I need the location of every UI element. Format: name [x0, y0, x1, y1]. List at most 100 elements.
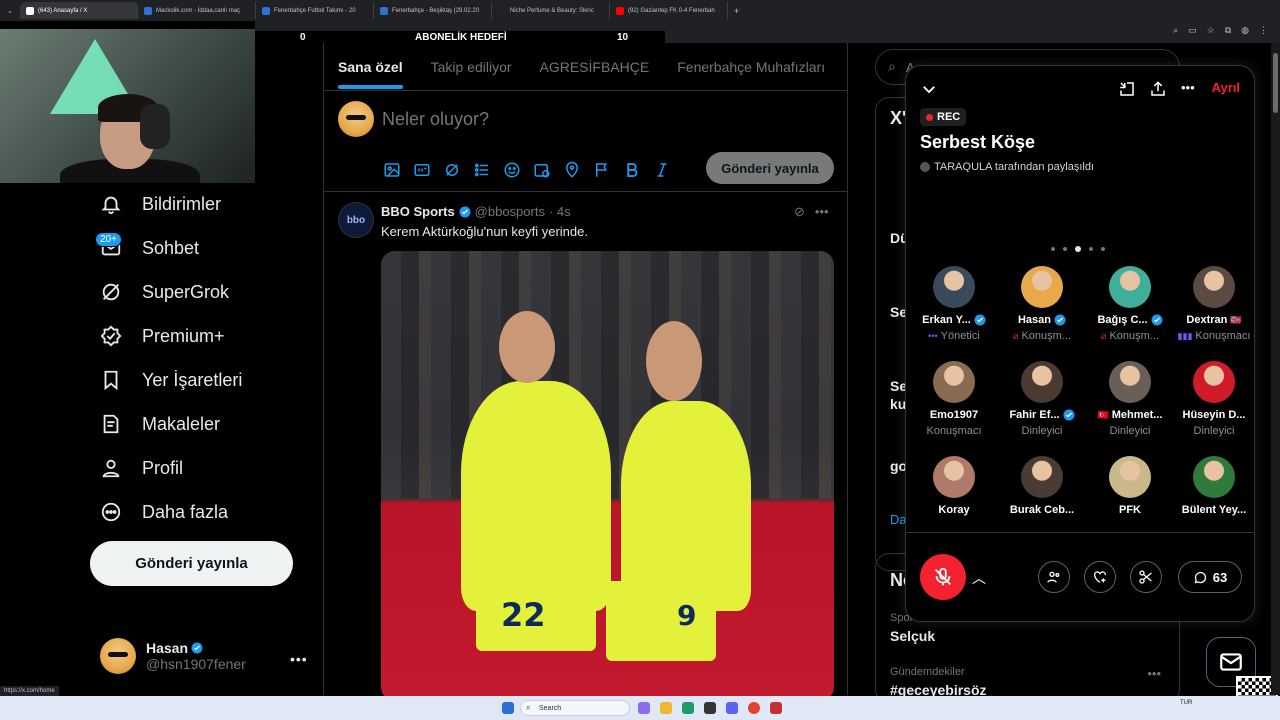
- browser-tab[interactable]: (643) Anasayfa / X: [20, 2, 138, 19]
- mic-muted-icon: ⌀: [1013, 330, 1019, 341]
- nav-premium[interactable]: Premium+: [100, 325, 225, 347]
- minimize-icon[interactable]: [1118, 80, 1136, 98]
- flag-icon[interactable]: [593, 161, 611, 179]
- participant-name: Hasan: [1017, 314, 1052, 326]
- taskbar-search[interactable]: ⌕ Search: [520, 700, 630, 716]
- space-participant[interactable]: 🇹🇷 Mehmet... Dinleyici: [1086, 361, 1174, 437]
- tweet-handle[interactable]: @bbosports: [475, 204, 545, 219]
- start-icon[interactable]: [502, 702, 514, 714]
- emoji-icon[interactable]: [503, 161, 521, 179]
- grok-explain-icon[interactable]: ⊘: [794, 204, 805, 220]
- rec-label: REC: [937, 111, 961, 123]
- participant-name: Bülent Yey...: [1181, 504, 1247, 516]
- tweet[interactable]: bbo BBO Sports @bbosports · 4s ⊘ ••• Ker…: [324, 191, 848, 701]
- pager-dot[interactable]: [1101, 247, 1105, 251]
- nav-articles[interactable]: Makaleler: [100, 413, 220, 435]
- cast-icon[interactable]: ▭: [1188, 25, 1197, 36]
- space-participant[interactable]: Fahir Ef... Dinleyici: [998, 361, 1086, 437]
- chevron-up-icon[interactable]: ︿: [972, 568, 986, 588]
- browser-tab[interactable]: Fenerbahçe Futbol Takımı - 20: [256, 2, 374, 19]
- post-button[interactable]: Gönderi yayınla: [90, 541, 293, 586]
- tweet-photo[interactable]: 22 9: [381, 251, 834, 701]
- chevron-down-icon[interactable]: [920, 80, 938, 98]
- space-participant[interactable]: Hasan ⌀ Konuşm...: [998, 266, 1086, 342]
- new-tab-icon[interactable]: +: [728, 6, 745, 16]
- tab-following[interactable]: Takip ediliyor: [431, 59, 512, 75]
- store-icon[interactable]: [704, 702, 716, 714]
- space-participant[interactable]: Bağış C... ⌀ Konuşm...: [1086, 266, 1174, 342]
- tray-language[interactable]: TUR: [1180, 700, 1192, 706]
- discord-icon[interactable]: [726, 702, 738, 714]
- tab-list-agresifbahce[interactable]: AGRESİFBAHÇE: [540, 59, 650, 75]
- zoom-icon[interactable]: ⌕: [1173, 25, 1178, 36]
- browser-tab[interactable]: Niche Perfume & Beauty: Skinc: [492, 2, 610, 19]
- space-participant[interactable]: Hüseyin D... Dinleyici: [1170, 361, 1254, 437]
- flag-icon: 🇹🇷: [1097, 409, 1109, 420]
- nav-notifications[interactable]: Bildirimler: [100, 193, 221, 215]
- main-timeline: Sana özel Takip ediliyor AGRESİFBAHÇE Fe…: [323, 43, 848, 701]
- extensions-icon[interactable]: ⧉: [1225, 25, 1231, 36]
- space-more-icon[interactable]: •••: [1181, 80, 1195, 95]
- avatar: [1021, 361, 1063, 403]
- profile-icon[interactable]: ◍: [1241, 25, 1249, 36]
- tweet-more-icon[interactable]: •••: [815, 204, 829, 220]
- trend-title[interactable]: Selçuk: [890, 628, 935, 644]
- tab-for-you[interactable]: Sana özel: [338, 59, 403, 89]
- space-participant[interactable]: Erkan Y... ••• Yönetici: [910, 266, 998, 342]
- tweet-avatar[interactable]: bbo: [338, 202, 374, 238]
- comments-button[interactable]: 63: [1178, 561, 1242, 593]
- account-switcher[interactable]: Hasan @hsn1907fener: [100, 638, 246, 674]
- composer-input[interactable]: Neler oluyor?: [382, 109, 489, 130]
- nav-label: Bildirimler: [142, 193, 222, 214]
- pager-dot[interactable]: [1089, 247, 1093, 251]
- gif-icon[interactable]: [413, 161, 431, 179]
- italic-icon[interactable]: [653, 161, 671, 179]
- tweet-time[interactable]: · 4s: [549, 204, 571, 219]
- space-participant[interactable]: Burak Ceb...: [998, 456, 1086, 516]
- location-icon[interactable]: [563, 161, 581, 179]
- pager-dot-current[interactable]: [1075, 246, 1081, 252]
- nav-bookmarks[interactable]: Yer İşaretleri: [100, 369, 242, 391]
- react-button[interactable]: [1084, 561, 1116, 593]
- page-scrollbar[interactable]: [1271, 43, 1280, 695]
- account-more-icon[interactable]: •••: [290, 651, 308, 667]
- trend-fragment[interactable]: ku: [890, 396, 906, 412]
- share-icon[interactable]: [1149, 80, 1167, 98]
- space-participant[interactable]: Emo1907 Konuşmacı: [910, 361, 998, 437]
- tab-list-chevron-icon[interactable]: ⌄: [0, 7, 20, 15]
- browser-tab[interactable]: Mackolik.com - İddaa,canlı maç: [138, 2, 256, 19]
- mic-toggle-button[interactable]: [920, 554, 966, 600]
- tweet-author-name[interactable]: BBO Sports: [381, 204, 455, 219]
- browser-tab[interactable]: Fenerbahçe - Beşiktaş (29.02.20: [374, 2, 492, 19]
- chrome-icon[interactable]: [748, 702, 760, 714]
- schedule-icon[interactable]: [533, 161, 551, 179]
- nav-more[interactable]: Daha fazla: [100, 501, 228, 523]
- star-icon[interactable]: ☆: [1207, 25, 1215, 36]
- browser-tab[interactable]: (92) Gaziantep FK 0-4 Fenerbah: [610, 2, 728, 19]
- bold-icon[interactable]: [623, 161, 641, 179]
- nav-supergrok[interactable]: SuperGrok: [100, 281, 229, 303]
- grok-compose-icon[interactable]: [443, 161, 461, 179]
- tab-list-muhafizlar[interactable]: Fenerbahçe Muhafızları: [677, 59, 825, 75]
- menu-icon[interactable]: ⋮: [1259, 25, 1268, 36]
- space-participant[interactable]: Koray: [910, 456, 998, 516]
- pager-dot[interactable]: [1051, 247, 1055, 251]
- space-participant[interactable]: Bülent Yey...: [1170, 456, 1254, 516]
- compose-post-button[interactable]: Gönderi yayınla: [706, 152, 834, 184]
- scroll-thumb[interactable]: [1273, 53, 1278, 113]
- app-icon[interactable]: [770, 702, 782, 714]
- image-icon[interactable]: [383, 161, 401, 179]
- tab-title: Fenerbahçe - Beşiktaş (29.02.20: [392, 7, 480, 14]
- nav-profile[interactable]: Profil: [100, 457, 183, 479]
- edge-icon[interactable]: [682, 702, 694, 714]
- participants-button[interactable]: [1038, 561, 1070, 593]
- trend-more-icon[interactable]: •••: [1147, 666, 1161, 681]
- copilot-icon[interactable]: [638, 702, 650, 714]
- file-explorer-icon[interactable]: [660, 702, 672, 714]
- space-participant[interactable]: Dextran 🇳🇴 ▮▮▮ Konuşmacı: [1170, 266, 1254, 342]
- leave-button[interactable]: Ayrıl: [1212, 80, 1240, 95]
- space-participant[interactable]: PFK: [1086, 456, 1174, 516]
- pager-dot[interactable]: [1063, 247, 1067, 251]
- poll-icon[interactable]: [473, 161, 491, 179]
- clip-button[interactable]: [1130, 561, 1162, 593]
